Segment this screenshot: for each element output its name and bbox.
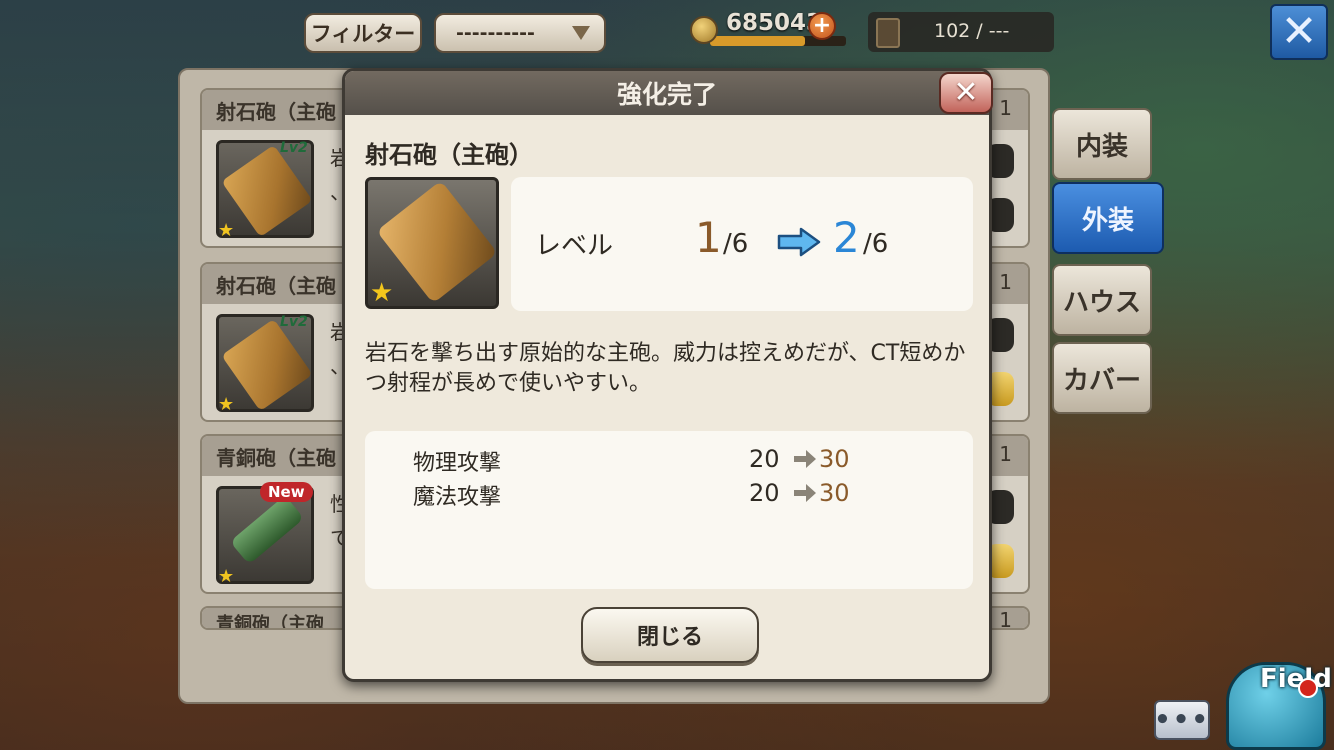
stat-row: 魔法攻撃 20 30 [365, 479, 973, 513]
close-screen-button[interactable]: ✕ [1270, 4, 1328, 60]
upgrade-complete-dialog: 強化完了 ✕ 射石砲（主砲） ★ レベル 1 /6 2 /6 岩石を撃ち出す原始… [342, 68, 993, 682]
item-description: 岩石を撃ち出す原始的な主砲。威力は控えめだが、CT短めかつ射程が長めで使いやすい… [365, 341, 966, 396]
chat-button[interactable]: ••• [1154, 700, 1210, 740]
stat-row: 物理攻撃 20 30 [365, 445, 973, 479]
filter-select-value: ---------- [456, 22, 535, 44]
item-name: 射石砲（主砲） [365, 141, 533, 169]
star-icon: ★ [370, 278, 394, 308]
stat-from: 20 [749, 479, 780, 507]
arrow-right-icon [794, 450, 816, 468]
stats-panel: 物理攻撃 20 30 魔法攻撃 20 30 [365, 431, 973, 589]
storage-value: 102 / --- [934, 20, 1010, 42]
list-item-count: 1 [999, 608, 1012, 630]
notification-dot [1298, 678, 1318, 698]
field-label: Field [1260, 664, 1332, 694]
star-icon: ★ [218, 566, 235, 587]
arrow-right-icon [777, 227, 821, 257]
level-badge: Lv2 [280, 140, 308, 156]
list-item-count: 1 [999, 442, 1012, 466]
rock-cannon-icon: ★ [365, 177, 499, 309]
star-icon: ★ [218, 220, 235, 241]
storage-icon [876, 18, 900, 48]
stat-to: 30 [819, 445, 850, 473]
stat-name: 魔法攻撃 [413, 485, 502, 510]
list-item-count: 1 [999, 96, 1012, 120]
level-to: 2 [833, 213, 860, 262]
coin-icon [690, 16, 718, 44]
list-item-count: 1 [999, 270, 1012, 294]
chevron-down-icon [572, 26, 590, 40]
level-panel: レベル 1 /6 2 /6 [511, 177, 973, 311]
level-from-max: /6 [723, 229, 749, 259]
stat-to: 30 [819, 479, 850, 507]
tab-house[interactable]: ハウス [1052, 264, 1152, 336]
level-label: レベル [535, 231, 614, 261]
add-coins-button[interactable]: + [808, 12, 836, 40]
coin-counter: 685043 + [690, 10, 848, 50]
filter-select[interactable]: ---------- [434, 13, 606, 53]
tab-cover[interactable]: カバー [1052, 342, 1152, 414]
tab-interior[interactable]: 内装 [1052, 108, 1152, 180]
dialog-close-button[interactable]: ✕ [939, 72, 993, 114]
level-from: 1 [695, 213, 722, 262]
stat-from: 20 [749, 445, 780, 473]
field-button[interactable]: Field [1218, 650, 1334, 750]
close-button[interactable]: 閉じる [581, 607, 759, 663]
dialog-title: 強化完了 [345, 71, 989, 115]
new-badge: New [260, 482, 313, 502]
level-to-max: /6 [863, 229, 889, 259]
storage-counter: 102 / --- [868, 12, 1054, 52]
level-badge: Lv2 [280, 314, 308, 330]
stat-name: 物理攻撃 [413, 451, 502, 476]
arrow-right-icon [794, 484, 816, 502]
star-icon: ★ [218, 394, 235, 415]
filter-button[interactable]: フィルター [304, 13, 422, 53]
tab-exterior[interactable]: 外装 [1052, 182, 1164, 254]
